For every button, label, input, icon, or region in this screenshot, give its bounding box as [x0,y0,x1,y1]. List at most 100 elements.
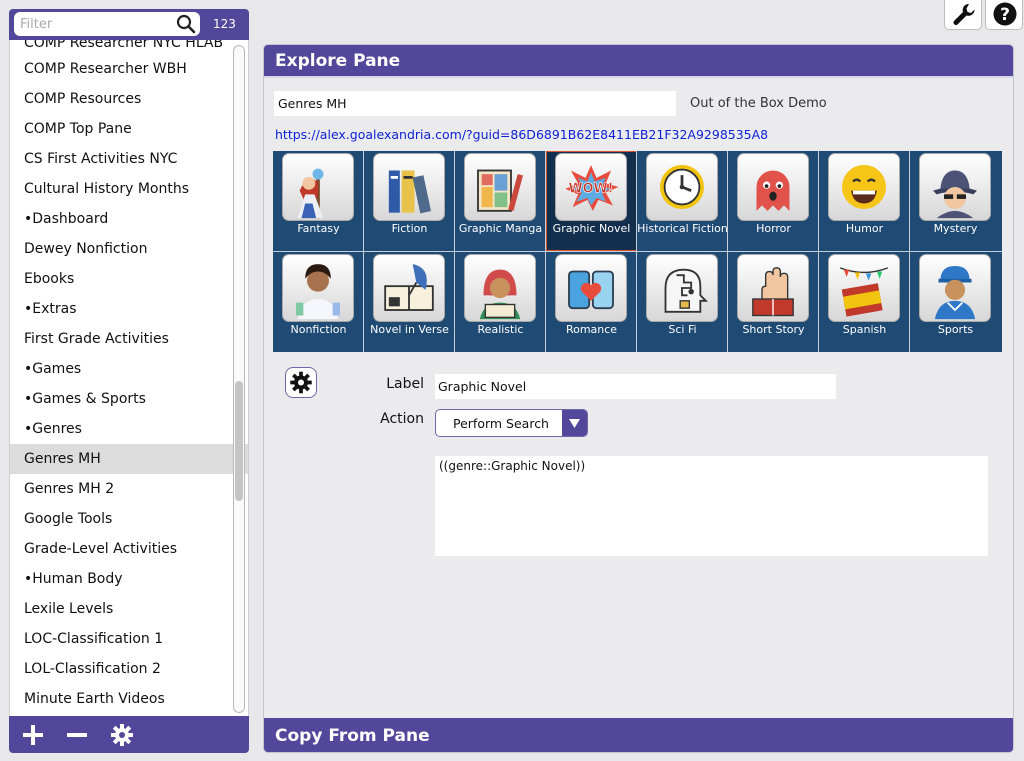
tile-label: Romance [565,323,618,336]
tile-romance[interactable]: Romance [546,252,637,352]
list-footer [9,716,249,753]
list-header: 123 [9,9,249,40]
help-button[interactable]: ? [985,0,1023,30]
filter-input[interactable] [20,14,170,34]
reading-girl-icon [464,254,536,322]
svg-text:?: ? [1000,5,1010,25]
tile-sci-fi[interactable]: Sci Fi [637,252,728,352]
list-item[interactable]: LOC-Classification 1 [10,624,234,654]
pane-name-field[interactable] [274,91,676,116]
tile-fiction[interactable]: Fiction [364,151,455,251]
tile-label: Horror [756,222,791,235]
tile-label: Sports [937,323,974,336]
list-item[interactable]: Lexile Levels [10,594,234,624]
tile-graphic-manga[interactable]: Graphic Manga [455,151,546,251]
list-item[interactable]: Cultural History Months [10,174,234,204]
robot-head-icon [646,254,718,322]
clock-icon [646,153,718,221]
tile-label: Graphic Manga [458,222,543,235]
list-item[interactable]: •Games & Sports [10,384,234,414]
list-item[interactable]: COMP Researcher WBH [10,54,234,84]
chevron-down-icon[interactable] [562,410,587,436]
list-item[interactable]: •Games [10,354,234,384]
tile-realistic[interactable]: Realistic [455,252,546,352]
label-caption: Label [386,376,424,392]
wrench-button[interactable] [944,0,982,30]
help-icon: ? [986,2,1024,34]
list-item[interactable]: CS First Activities NYC [10,144,234,174]
list-item[interactable]: •Dashboard [10,204,234,234]
manga-book-icon [464,153,536,221]
ghost-icon [737,153,809,221]
list-item[interactable]: COMP Top Pane [10,114,234,144]
tile-label: Nonfiction [290,323,347,336]
tile-label: Spanish [842,323,887,336]
explore-pane: Explore Pane Out of the Box Demo https:/… [263,44,1014,753]
copy-from-pane-bar[interactable]: Copy From Pane [264,718,1013,752]
action-caption: Action [380,411,424,427]
list-item-selected[interactable]: Genres MH [10,444,248,474]
tile-label: Humor [845,222,884,235]
tile-fantasy[interactable]: Fantasy [273,151,364,251]
fantasy-wizard-icon [282,153,354,221]
tile-horror[interactable]: Horror [728,151,819,251]
list-item[interactable]: Ebooks [10,264,234,294]
list-item[interactable]: Genres MH 2 [10,474,234,504]
scientist-icon [282,254,354,322]
tile-historical-fiction[interactable]: Historical Fiction [637,151,728,251]
list-item[interactable]: Dewey Nonfiction [10,234,234,264]
list-item[interactable]: •Human Body [10,564,234,594]
tile-label: Sci Fi [668,323,697,336]
tile-label: Graphic Novel [552,222,631,235]
tile-label: Realistic [477,323,524,336]
list-scrollbar[interactable] [233,45,245,713]
action-select[interactable]: Perform Search [435,409,588,437]
grid-divider [273,251,1002,252]
list-item[interactable]: Grade-Level Activities [10,534,234,564]
pane-url-link[interactable]: https://alex.goalexandria.com/?guid=86D6… [275,127,768,142]
tile-label: Short Story [742,323,805,336]
svg-text:WOW!: WOW! [568,182,613,197]
tile-label: Novel in Verse [370,323,449,336]
tile-nonfiction[interactable]: Nonfiction [273,252,364,352]
books-icon [373,153,445,221]
wow-comic-icon: WOW! [555,153,627,221]
filter-box[interactable] [14,12,200,36]
tile-grid: Fantasy Fiction Graphic Manga WOW! Graphic N… [273,151,1002,352]
hand-book-icon [737,254,809,322]
list-item[interactable]: COMP Resources [10,84,234,114]
tile-label: Historical Fiction [637,222,728,235]
explore-pane-title: Explore Pane [264,45,1013,78]
tile-short-story[interactable]: Short Story [728,252,819,352]
tile-humor[interactable]: Humor [819,151,910,251]
scrollbar-thumb[interactable] [235,381,243,501]
phones-heart-icon [555,254,627,322]
detective-icon [919,153,991,221]
tile-novel-in-verse[interactable]: Novel in Verse [364,252,455,352]
tile-mystery[interactable]: Mystery [910,151,1001,251]
list-item[interactable]: First Grade Activities [10,324,234,354]
plus-icon[interactable] [20,722,46,748]
tile-graphic-novel[interactable]: WOW! Graphic Novel [546,151,637,251]
action-selected-value: Perform Search [453,416,549,431]
gear-icon[interactable] [109,722,135,748]
tile-settings-button[interactable] [285,367,317,398]
item-count: 123 [213,17,236,31]
tile-sports[interactable]: Sports [910,252,1001,352]
tile-label: Mystery [933,222,978,235]
label-field[interactable] [435,374,836,399]
list-item[interactable]: Minute Earth Videos [10,684,234,714]
list-item[interactable]: LOL-Classification 2 [10,654,234,684]
gear-icon [286,371,316,401]
demo-label: Out of the Box Demo [690,96,827,111]
search-icon[interactable] [176,14,196,34]
minus-icon[interactable] [64,722,90,748]
athlete-icon [919,254,991,322]
list-item[interactable]: Google Tools [10,504,234,534]
spain-flag-icon [828,254,900,322]
tile-spanish[interactable]: Spanish [819,252,910,352]
laughing-face-icon [828,153,900,221]
search-query-field[interactable]: ((genre::Graphic Novel)) [435,456,988,556]
list-item[interactable]: •Genres [10,414,234,444]
list-item[interactable]: •Extras [10,294,234,324]
